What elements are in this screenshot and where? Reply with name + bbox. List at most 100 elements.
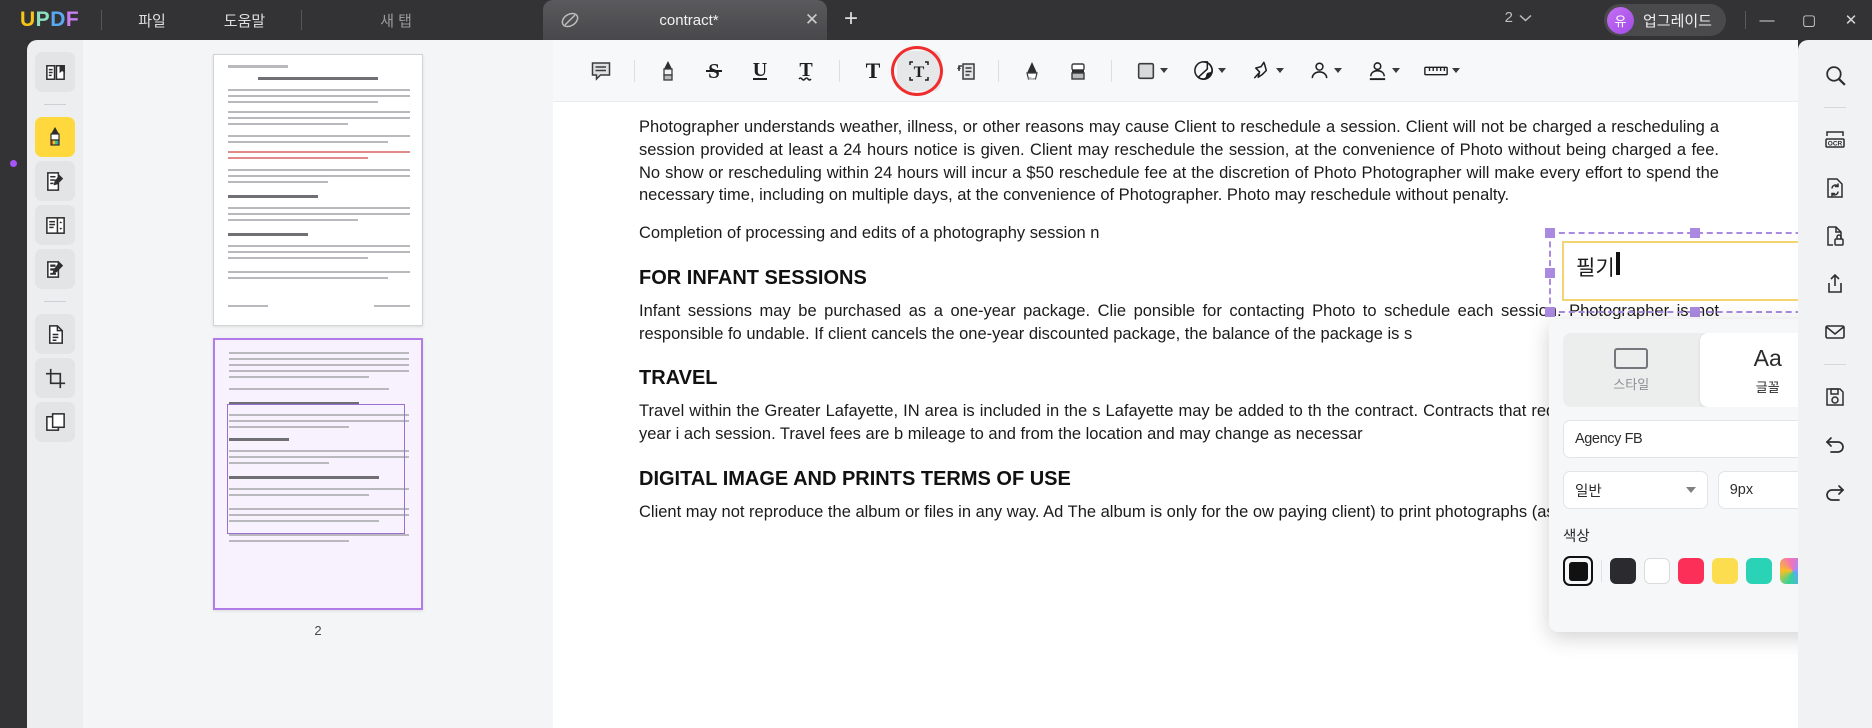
chevron-down-icon xyxy=(1685,487,1696,493)
convert-icon[interactable] xyxy=(1814,167,1856,209)
updf-window: U P D F 파일 도움말 새 탭 contract* ✕ + 2 유 업그레… xyxy=(0,0,1872,728)
font-aa-icon: Aa xyxy=(1753,344,1782,371)
underline-icon[interactable]: U xyxy=(738,51,782,91)
highlight-icon[interactable] xyxy=(646,51,690,91)
signature-icon[interactable] xyxy=(1297,51,1353,91)
resize-handle-s[interactable] xyxy=(1690,307,1700,317)
color-swatch-rainbow[interactable] xyxy=(1780,558,1798,584)
logo-letter-p: P xyxy=(35,8,51,31)
page-thumbnail[interactable] xyxy=(213,338,423,610)
resize-handle-w[interactable] xyxy=(1545,268,1555,278)
redo-icon[interactable] xyxy=(1814,472,1856,514)
divider xyxy=(101,10,103,30)
ocr-icon[interactable]: OCR xyxy=(1814,119,1856,161)
divider xyxy=(1824,107,1846,108)
page-count-selector[interactable]: 2 xyxy=(1505,9,1532,26)
svg-text:T: T xyxy=(914,64,925,81)
chevron-down-icon[interactable] xyxy=(1451,68,1460,73)
protect-icon[interactable] xyxy=(1814,215,1856,257)
window-close-button[interactable]: ✕ xyxy=(1830,0,1872,40)
window-minimize-button[interactable]: — xyxy=(1746,0,1788,40)
tab-font[interactable]: Aa 글꼴 xyxy=(1699,333,1798,407)
tab-style-label: 스타일 xyxy=(1613,376,1650,392)
tab-close-icon[interactable]: ✕ xyxy=(797,10,827,30)
sidebar-annotate-icon[interactable] xyxy=(35,117,75,157)
page-thumbnail[interactable] xyxy=(213,54,423,326)
upgrade-button[interactable]: 유 업그레이드 xyxy=(1603,4,1726,36)
note-icon[interactable] xyxy=(579,51,623,91)
divider xyxy=(1111,59,1112,82)
text-icon[interactable]: T xyxy=(851,51,895,91)
color-swatch-black[interactable] xyxy=(1610,558,1636,584)
strikethrough-icon[interactable]: S xyxy=(692,51,736,91)
font-properties-panel[interactable]: 스타일 Aa 글꼴 Agency FB 일반 9px 색상 xyxy=(1549,319,1798,632)
sticker-icon[interactable] xyxy=(1181,51,1237,91)
stamp-person-icon[interactable] xyxy=(1355,51,1411,91)
chevron-down-icon[interactable] xyxy=(1276,68,1284,73)
chevron-down-icon[interactable] xyxy=(1392,68,1400,73)
window-maximize-button[interactable]: ▢ xyxy=(1788,0,1830,40)
color-swatch-teal[interactable] xyxy=(1746,558,1772,584)
pencil-icon[interactable] xyxy=(1010,51,1054,91)
tab-style[interactable]: 스타일 xyxy=(1563,333,1700,407)
chevron-down-icon[interactable] xyxy=(1159,68,1168,73)
thumbnail-item-1[interactable]: 1 xyxy=(83,54,553,354)
color-swatch-yellow[interactable] xyxy=(1712,558,1738,584)
color-swatch-pink[interactable] xyxy=(1678,558,1704,584)
file-icon xyxy=(559,9,581,31)
sidebar-form-icon[interactable] xyxy=(35,249,75,289)
style-rect-icon xyxy=(1614,347,1649,369)
sidebar-reader-icon[interactable] xyxy=(35,52,75,92)
tab-font-label: 글꼴 xyxy=(1755,379,1780,395)
chevron-down-icon[interactable] xyxy=(1334,68,1342,73)
sidebar-convert-icon[interactable] xyxy=(35,314,75,354)
avatar: 유 xyxy=(1606,6,1634,34)
font-style-select[interactable]: 일반 xyxy=(1563,471,1708,509)
color-swatch-white[interactable] xyxy=(1644,558,1670,584)
left-edge-rail xyxy=(0,40,27,728)
new-tab-label[interactable]: 새 탭 xyxy=(380,10,412,31)
font-size-select[interactable]: 9px xyxy=(1717,471,1798,509)
sidebar-organize-pages-icon[interactable] xyxy=(35,205,75,245)
text-callout-icon[interactable] xyxy=(943,51,987,91)
shapes-icon[interactable] xyxy=(1123,51,1179,91)
font-style-size-row: 일반 9px xyxy=(1563,471,1798,509)
chevron-down-icon xyxy=(1519,14,1532,22)
resize-handle-sw[interactable] xyxy=(1545,307,1555,317)
measure-icon[interactable] xyxy=(1413,51,1469,91)
sidebar-crop-icon[interactable] xyxy=(35,358,75,398)
menu-file[interactable]: 파일 xyxy=(124,6,180,35)
search-icon[interactable] xyxy=(1814,54,1856,96)
text-box-input[interactable]: 필기 xyxy=(1562,241,1798,301)
thumbnail-selection-box xyxy=(227,404,405,534)
save-icon[interactable] xyxy=(1814,376,1856,418)
menu-help[interactable]: 도움말 xyxy=(210,6,279,35)
divider xyxy=(998,59,999,82)
document-paragraph: Photographer understands weather, illnes… xyxy=(639,118,1719,205)
undo-icon[interactable] xyxy=(1814,424,1856,466)
document-tab[interactable]: contract* ✕ xyxy=(543,0,827,40)
thumbnail-panel[interactable]: 1 xyxy=(83,40,553,728)
sidebar-edit-pdf-icon[interactable] xyxy=(35,161,75,201)
color-swatch-selected[interactable] xyxy=(1563,556,1593,586)
chevron-down-icon[interactable] xyxy=(1218,68,1226,73)
panel-tab-group: 스타일 Aa 글꼴 xyxy=(1563,333,1798,407)
text-box-icon[interactable]: T xyxy=(891,45,943,96)
logo-letter-u: U xyxy=(20,8,36,31)
squiggly-icon[interactable]: T xyxy=(784,51,828,91)
logo-letter-f: F xyxy=(65,8,80,31)
stamp-icon[interactable] xyxy=(1239,51,1295,91)
divider xyxy=(301,10,303,30)
font-family-select[interactable]: Agency FB xyxy=(1563,420,1798,458)
email-icon[interactable] xyxy=(1814,311,1856,353)
share-icon[interactable] xyxy=(1814,263,1856,305)
sidebar-compare-icon[interactable] xyxy=(35,402,75,442)
thumbnail-item-2[interactable]: 2 xyxy=(83,338,553,638)
new-tab-button[interactable]: + xyxy=(838,7,864,33)
resize-handle-n[interactable] xyxy=(1690,228,1700,238)
divider xyxy=(1824,364,1846,365)
eraser-icon[interactable] xyxy=(1056,51,1100,91)
resize-handle-nw[interactable] xyxy=(1545,228,1555,238)
text-cursor xyxy=(1615,252,1620,275)
tab-title: contract* xyxy=(659,11,719,29)
